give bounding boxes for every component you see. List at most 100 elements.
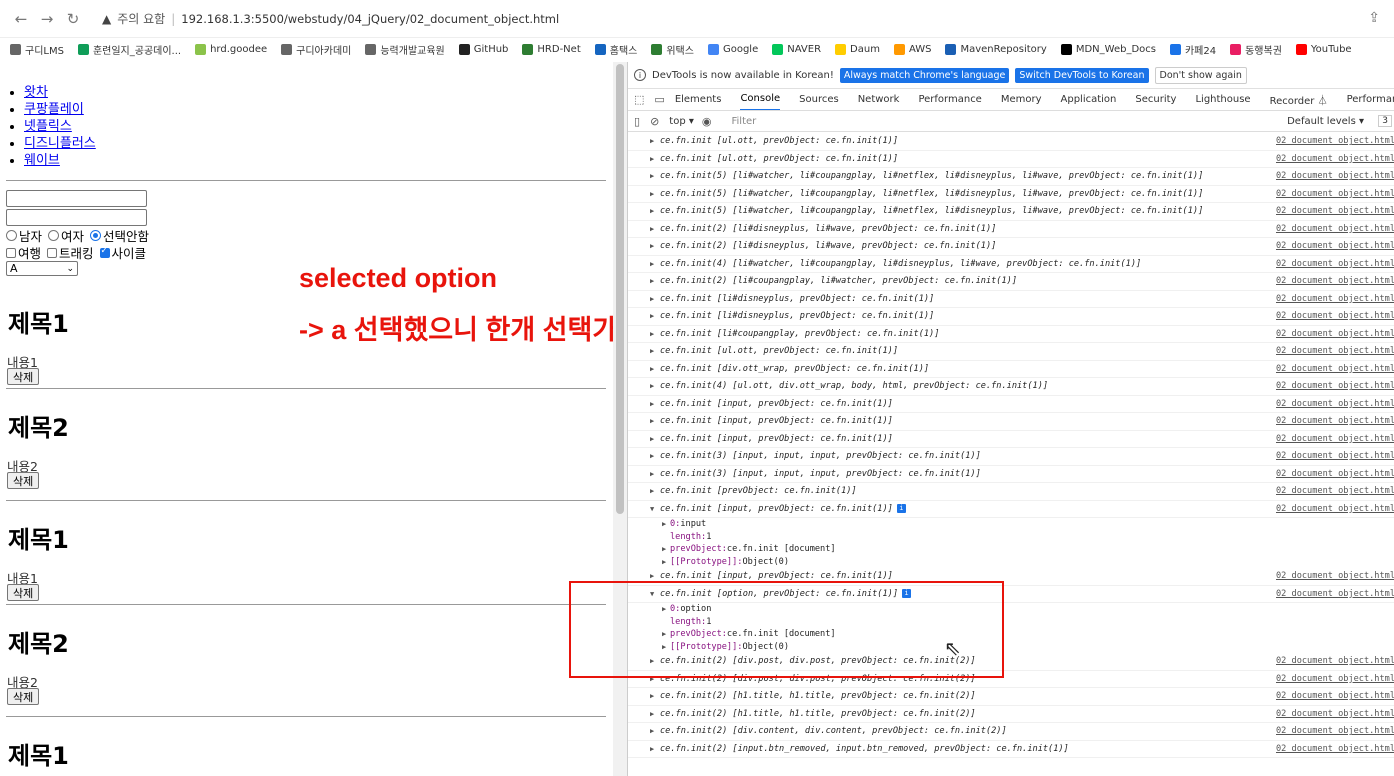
collapsed-arrow-icon[interactable]: ▶ [650, 242, 660, 250]
issues-count-badge[interactable]: 3 [1378, 115, 1392, 127]
console-property-row[interactable]: ▶ 0: input [628, 518, 1394, 531]
console-row[interactable]: ▶ ce.fn.init [li#disneyplus, prevObject: … [628, 291, 1394, 308]
sidebar-toggle-icon[interactable]: ▯ [634, 115, 640, 128]
console-row[interactable]: ▶ ce.fn.init(4) [ul.ott, div.ott_wrap, bo… [628, 378, 1394, 396]
source-link[interactable]: 02_document_object.html [1276, 744, 1394, 754]
console-property-row[interactable]: length: 1 [628, 531, 1394, 544]
collapsed-arrow-icon[interactable]: ▶ [662, 545, 670, 553]
console-row[interactable]: ▶ ce.fn.init(3) [input, input, input, pre… [628, 466, 1394, 483]
option-select[interactable]: A ⌄ [6, 261, 78, 276]
devtools-tab[interactable]: Network [858, 89, 900, 110]
url-text[interactable]: 192.168.1.3:5500/webstudy/04_jQuery/02_d… [181, 12, 559, 26]
source-link[interactable]: 02_document_object.html [1276, 726, 1394, 736]
collapsed-arrow-icon[interactable]: ▶ [650, 572, 660, 580]
console-row[interactable]: ▶ ce.fn.init [li#coupangplay, prevObject:… [628, 326, 1394, 343]
source-link[interactable]: 02_document_object.html [1276, 416, 1394, 426]
devtools-tab[interactable]: Console [740, 89, 781, 110]
collapsed-arrow-icon[interactable]: ▶ [662, 520, 670, 528]
console-row[interactable]: ▶ ce.fn.init(2) [div.content, div.content… [628, 723, 1394, 741]
console-row[interactable]: ▶ ce.fn.init(2) [li#disneyplus, li#wave, … [628, 238, 1394, 256]
eye-icon[interactable]: ◉ [702, 115, 712, 128]
delete-button[interactable]: 삭제 [7, 584, 40, 601]
bookmark-item[interactable]: MavenRepository [945, 43, 1047, 55]
source-link[interactable]: 02_document_object.html [1276, 504, 1394, 514]
console-row[interactable]: ▶ ce.fn.init [ul.ott, prevObject: ce.fn.i… [628, 151, 1394, 168]
match-language-button[interactable]: Always match Chrome's language [839, 67, 1010, 83]
collapsed-arrow-icon[interactable]: ▶ [650, 347, 660, 355]
console-row[interactable]: ▶ ce.fn.init(2) [h1.title, h1.title, prev… [628, 688, 1394, 706]
devtools-tab[interactable]: Performance [918, 89, 981, 110]
console-row[interactable]: ▶ ce.fn.init [ul.ott, prevObject: ce.fn.i… [628, 343, 1394, 361]
bookmark-item[interactable]: Daum [835, 43, 880, 55]
source-link[interactable]: 02_document_object.html [1276, 656, 1394, 666]
source-link[interactable]: 02_document_object.html [1276, 451, 1394, 461]
devtools-tab[interactable]: Application [1061, 89, 1117, 110]
ott-link[interactable]: 웨이브 [24, 153, 60, 168]
ott-link[interactable]: 왓차 [24, 85, 48, 100]
bookmark-item[interactable]: HRD-Net [522, 43, 581, 55]
source-link[interactable]: 02_document_object.html [1276, 136, 1394, 146]
delete-button[interactable]: 삭제 [7, 368, 40, 385]
collapsed-arrow-icon[interactable]: ▶ [650, 745, 660, 753]
bookmark-item[interactable]: hrd.goodee [195, 43, 267, 55]
collapsed-arrow-icon[interactable]: ▶ [650, 155, 660, 163]
bookmark-item[interactable]: GitHub [458, 43, 508, 55]
bookmark-item[interactable]: YouTube [1295, 43, 1352, 55]
collapsed-arrow-icon[interactable]: ▶ [662, 558, 670, 566]
console-row[interactable]: ▶ ce.fn.init(5) [li#watcher, li#coupangpl… [628, 186, 1394, 203]
console-row[interactable]: ▶ ce.fn.init [input, prevObject: ce.fn.in… [628, 396, 1394, 413]
bookmark-item[interactable]: 구디아카데미 [281, 42, 351, 57]
console-row[interactable]: ▶ ce.fn.init(2) [h1.title, h1.title, prev… [628, 706, 1394, 723]
source-link[interactable]: 02_document_object.html [1276, 571, 1394, 581]
bookmark-item[interactable]: 동행복권 [1230, 42, 1282, 57]
dont-show-again-button[interactable]: Don't show again [1154, 66, 1247, 84]
collapsed-arrow-icon[interactable]: ▶ [650, 295, 660, 303]
checkbox[interactable] [6, 247, 16, 258]
ott-link[interactable]: 넷플릭스 [24, 119, 72, 134]
bookmark-item[interactable]: MDN_Web_Docs [1060, 43, 1156, 55]
source-link[interactable]: 02_document_object.html [1276, 276, 1394, 286]
source-link[interactable]: 02_document_object.html [1276, 346, 1394, 356]
console-property-row[interactable]: ▶ prevObject: ce.fn.init [document] [628, 543, 1394, 556]
console-row[interactable]: ▶ ce.fn.init [input, prevObject: ce.fn.in… [628, 431, 1394, 448]
log-levels-dropdown[interactable]: Default levels ▾ [1287, 116, 1364, 127]
collapsed-arrow-icon[interactable]: ▶ [650, 435, 660, 443]
devtools-tab[interactable]: Sources [799, 89, 839, 110]
collapsed-arrow-icon[interactable]: ▶ [650, 207, 660, 215]
console-row[interactable]: ▼ ce.fn.init [input, prevObject: ce.fn.in… [628, 501, 1394, 518]
bookmark-item[interactable]: 카페24 [1169, 42, 1216, 57]
console-row[interactable]: ▶ ce.fn.init(2) [input.btn_removed, input… [628, 741, 1394, 758]
device-toolbar-icon[interactable]: ▭ [654, 93, 664, 106]
devtools-tab[interactable]: Memory [1001, 89, 1042, 110]
collapsed-arrow-icon[interactable]: ▶ [650, 330, 660, 338]
page-scrollbar-thumb[interactable] [616, 64, 624, 514]
devtools-tab[interactable]: Elements [675, 89, 722, 110]
checkbox[interactable] [47, 247, 58, 258]
filter-input[interactable]: Filter [731, 116, 756, 127]
bookmark-item[interactable]: AWS [893, 43, 931, 55]
text-input-1[interactable] [6, 190, 147, 207]
collapsed-arrow-icon[interactable]: ▶ [650, 172, 660, 180]
radio-button[interactable] [6, 230, 17, 241]
console-row[interactable]: ▶ ce.fn.init [div.ott_wrap, prevObject: c… [628, 361, 1394, 378]
warning-icon[interactable]: ▲ [102, 12, 111, 26]
ott-link[interactable]: 디즈니플러스 [24, 136, 96, 151]
source-link[interactable]: 02_document_object.html [1276, 486, 1394, 496]
collapsed-arrow-icon[interactable]: ▶ [650, 225, 660, 233]
source-link[interactable]: 02_document_object.html [1276, 154, 1394, 164]
source-link[interactable]: 02_document_object.html [1276, 241, 1394, 251]
collapsed-arrow-icon[interactable]: ▶ [650, 727, 660, 735]
share-icon[interactable]: ⇪ [1368, 10, 1380, 26]
collapsed-arrow-icon[interactable]: ▶ [650, 487, 660, 495]
console-row[interactable]: ▶ ce.fn.init [prevObject: ce.fn.init(1)] 0… [628, 483, 1394, 501]
forward-icon[interactable]: → [36, 8, 58, 30]
clear-console-icon[interactable]: ⊘ [650, 115, 659, 128]
devtools-tab[interactable]: Lighthouse [1195, 89, 1250, 110]
omnibox[interactable]: ▲ 주의 요함 | 192.168.1.3:5500/webstudy/04_j… [102, 6, 559, 32]
bookmark-item[interactable]: 위택스 [651, 42, 694, 57]
source-link[interactable]: 02_document_object.html [1276, 381, 1394, 391]
collapsed-arrow-icon[interactable]: ▶ [650, 382, 660, 390]
delete-button[interactable]: 삭제 [7, 688, 40, 705]
devtools-tab[interactable]: Security [1135, 89, 1176, 110]
collapsed-arrow-icon[interactable]: ▶ [650, 710, 660, 718]
